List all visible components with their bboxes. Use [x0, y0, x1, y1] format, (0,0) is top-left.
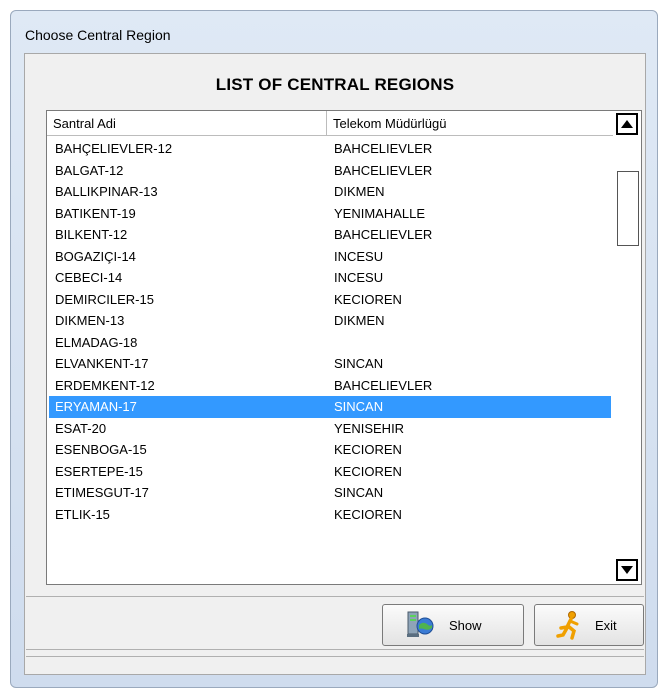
cell-santral-adi: ESENBOGA-15 [55, 442, 147, 457]
show-button-label: Show [449, 617, 482, 633]
regions-table: Santral Adi Telekom Müdürlügü BAHÇELIEVL… [46, 110, 642, 585]
cell-santral-adi: BAHÇELIEVLER-12 [55, 141, 173, 156]
column-header-telekom-mudurlugu[interactable]: Telekom Müdürlügü [327, 111, 613, 135]
table-row[interactable]: DIKMEN-13 DIKMEN [49, 310, 611, 332]
show-button[interactable]: Show [382, 604, 524, 646]
window-title: Choose Central Region [25, 27, 171, 43]
table-row[interactable]: ESAT-20 YENISEHIR [49, 418, 611, 440]
cell-telekom-mudurlugu: DIKMEN [334, 184, 385, 199]
cell-telekom-mudurlugu: BAHCELIEVLER [334, 162, 433, 178]
cell-santral-adi: ELMADAG-18 [55, 334, 138, 350]
scrollbar-thumb[interactable] [617, 171, 639, 246]
cell-santral-adi: BATIKENT-19 [55, 205, 136, 221]
cell-santral-adi: BALLIKPINAR-13 [55, 184, 158, 199]
dialog-window: Choose Central Region LIST OF CENTRAL RE… [10, 10, 658, 688]
table-row[interactable]: BAHÇELIEVLER-12 BAHCELIEVLER [49, 138, 611, 160]
table-header: Santral Adi Telekom Müdürlügü [47, 111, 613, 136]
cell-telekom-mudurlugu: INCESU [334, 270, 384, 285]
column-header-santral-adi[interactable]: Santral Adi [47, 111, 327, 135]
cell-santral-adi: ERDEMKENT-12 [55, 377, 155, 393]
table-row[interactable]: CEBECI-14 INCESU [49, 267, 611, 289]
computer-globe-icon [405, 610, 435, 640]
cell-telekom-mudurlugu: SINCAN [334, 399, 384, 414]
dialog-client-area: LIST OF CENTRAL REGIONS Santral Adi Tele… [24, 53, 646, 675]
table-row[interactable]: BALLIKPINAR-13 DIKMEN [49, 181, 611, 203]
table-row[interactable]: ESENBOGA-15 KECIOREN [49, 439, 611, 461]
table-row[interactable]: ERYAMAN-17 SINCAN [49, 396, 611, 418]
cell-telekom-mudurlugu: SINCAN [334, 485, 384, 500]
cell-telekom-mudurlugu: YENISEHIR [334, 420, 405, 436]
cell-telekom-mudurlugu: BAHCELIEVLER [334, 141, 433, 156]
button-bar: Show Exit [26, 596, 644, 650]
table-row[interactable]: ESERTEPE-15 KECIOREN [49, 461, 611, 483]
cell-santral-adi: BALGAT-12 [55, 162, 124, 178]
exit-button[interactable]: Exit [534, 604, 644, 646]
cell-telekom-mudurlugu: DIKMEN [334, 313, 385, 328]
table-row[interactable]: BALGAT-12 BAHCELIEVLER [49, 160, 611, 182]
exit-button-label: Exit [595, 617, 617, 633]
cell-santral-adi: BILKENT-12 [55, 227, 128, 242]
cell-santral-adi: DIKMEN-13 [55, 313, 125, 328]
scroll-down-button[interactable] [616, 559, 638, 581]
arrow-down-icon [621, 566, 633, 574]
cell-santral-adi: DEMIRCILER-15 [55, 291, 154, 307]
cell-santral-adi: ETIMESGUT-17 [55, 485, 149, 500]
table-row[interactable]: ELMADAG-18 [49, 332, 611, 354]
table-row[interactable]: ETIMESGUT-17 SINCAN [49, 482, 611, 504]
table-row[interactable]: BOGAZIÇI-14 INCESU [49, 246, 611, 268]
cell-santral-adi: ESERTEPE-15 [55, 463, 143, 479]
cell-telekom-mudurlugu: INCESU [334, 248, 384, 264]
status-bar [26, 656, 644, 674]
cell-telekom-mudurlugu: KECIOREN [334, 506, 402, 522]
cell-telekom-mudurlugu: BAHCELIEVLER [334, 227, 433, 242]
cell-santral-adi: BOGAZIÇI-14 [55, 248, 136, 264]
running-man-icon [555, 610, 585, 640]
cell-telekom-mudurlugu: YENIMAHALLE [334, 205, 426, 221]
table-row[interactable]: ELVANKENT-17 SINCAN [49, 353, 611, 375]
cell-santral-adi: ELVANKENT-17 [55, 356, 149, 371]
table-row[interactable]: BILKENT-12 BAHCELIEVLER [49, 224, 611, 246]
cell-telekom-mudurlugu: KECIOREN [334, 442, 402, 457]
vertical-scrollbar[interactable] [614, 111, 641, 584]
cell-santral-adi: CEBECI-14 [55, 270, 123, 285]
cell-telekom-mudurlugu: SINCAN [334, 356, 384, 371]
table-row[interactable]: ETLIK-15 KECIOREN [49, 504, 611, 526]
table-row[interactable]: DEMIRCILER-15 KECIOREN [49, 289, 611, 311]
cell-santral-adi: ETLIK-15 [55, 506, 110, 522]
table-row[interactable]: BATIKENT-19 YENIMAHALLE [49, 203, 611, 225]
table-body: BAHÇELIEVLER-12 BAHCELIEVLER BALGAT-12 BAHC… [49, 138, 611, 584]
list-heading: LIST OF CENTRAL REGIONS [215, 75, 455, 94]
cell-telekom-mudurlugu: KECIOREN [334, 291, 402, 307]
scroll-up-button[interactable] [616, 113, 638, 135]
table-row[interactable]: ERDEMKENT-12 BAHCELIEVLER [49, 375, 611, 397]
arrow-up-icon [621, 120, 633, 128]
cell-telekom-mudurlugu: KECIOREN [334, 463, 402, 479]
cell-santral-adi: ESAT-20 [55, 420, 107, 436]
cell-telekom-mudurlugu: BAHCELIEVLER [334, 377, 433, 393]
cell-santral-adi: ERYAMAN-17 [55, 399, 137, 414]
